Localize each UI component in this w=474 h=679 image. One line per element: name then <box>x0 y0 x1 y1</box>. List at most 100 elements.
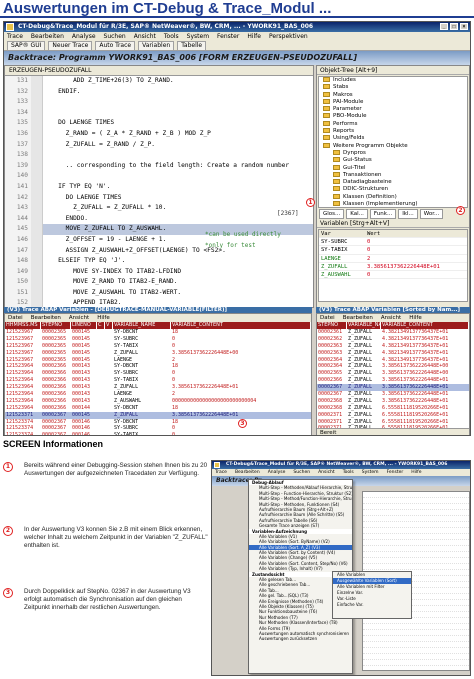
tree-tab[interactable]: Glos... <box>319 209 345 219</box>
column-header[interactable]: LINENO <box>71 322 97 329</box>
column-header[interactable]: STEPNO <box>41 322 71 329</box>
menu-item[interactable]: Hilfe <box>409 315 422 321</box>
tree-node[interactable]: Dynpros <box>319 149 467 157</box>
menu-item[interactable]: Bearbeiten <box>31 33 64 40</box>
menu-item[interactable]: Trace <box>215 470 227 475</box>
menu-item[interactable]: Perspektiven <box>269 33 308 40</box>
code-line[interactable]: 142 DO LAENGE TIMES <box>5 192 313 204</box>
table-row[interactable]: 121523374 00002367 000146 SY-DBCNT 18 <box>5 419 311 426</box>
table-row[interactable]: 00002368 Z_ZUFALL 6.5558111819520266E+01 <box>317 405 469 412</box>
tree-node[interactable]: Includes <box>319 77 467 84</box>
code-line[interactable]: 149 MOVE SY-INDEX TO ITAB2-LFDIND <box>5 266 313 278</box>
tree-node[interactable]: PAI-Module <box>319 98 467 106</box>
menu-item[interactable]: Fenster <box>217 33 239 40</box>
table-row[interactable]: 121523964 00002366 000144 SY-DBCNT 18 <box>5 405 311 412</box>
tree-tab[interactable]: Wor... <box>419 209 444 219</box>
table-row[interactable]: 121523374 00002367 000146 SY-TABIX 0 <box>5 432 311 435</box>
table-row[interactable]: 121523967 00002365 000145 LAENGE 2 <box>5 357 311 364</box>
tree-node[interactable]: Datadiagbasteine <box>319 179 467 186</box>
menu-item[interactable]: Hilfe <box>247 33 261 40</box>
menu-item[interactable]: Tools <box>164 33 179 40</box>
table-row[interactable]: 121523967 00002365 000145 Z_ZUFALL 3.3856137… <box>5 350 311 357</box>
code-line[interactable]: 138 <box>5 150 313 161</box>
table-row[interactable]: 00002363 Z_ZUFALL 4.3821349137736437E+01 <box>317 350 469 357</box>
table-row[interactable]: 00002371 Z_ZUFALL 6.5558111819520266E+01 <box>317 412 469 419</box>
tree-node[interactable]: Parameter <box>319 106 467 113</box>
table-row[interactable]: 00002365 Z_ZUFALL 3.3856137362226448E+00 <box>317 370 469 377</box>
toolbar-button[interactable]: Neuer Trace <box>48 41 93 50</box>
table-row[interactable]: 121523964 00002366 000143 LAENGE 2 <box>5 391 311 398</box>
editor-tab[interactable]: ERZEUGEN-PSEUDOZUFALL <box>5 66 313 76</box>
menu-item[interactable]: Auswertungen zurücksetzen <box>249 636 352 641</box>
code-line[interactable]: 151 MOVE Z_AUSWAHL TO ITAB2-WERT. <box>5 287 313 299</box>
tree-tab[interactable]: Ikl... <box>398 209 418 219</box>
table-row[interactable]: 121523967 00002365 000145 SY-TABIX 0 <box>5 343 311 350</box>
tree-node[interactable]: Gui-Titel <box>319 164 467 172</box>
table-row[interactable]: 00002367 Z_ZUFALL 3.3856137362226448E+01 <box>317 384 469 392</box>
menu-item[interactable]: Suchen <box>293 470 310 475</box>
table-row[interactable]: 00002361 Z_ZUFALL 4.3821349137736437E+01 <box>317 329 469 336</box>
table-row[interactable]: 121523964 00002366 000143 SY-DBCNT 18 <box>5 363 311 370</box>
variable-row[interactable]: SY-TABIX 0 <box>319 246 467 255</box>
code-line[interactable]: 134 <box>5 107 313 119</box>
code-line[interactable]: 132 ENDIF. <box>5 86 313 98</box>
tree-node[interactable]: Transaktionen <box>319 171 467 179</box>
menu-item[interactable]: Multi-Step - Method/Function-Hierarchie,… <box>249 496 352 501</box>
table-row[interactable]: 121523964 00002366 000143 Z_AUSWAHL 00000000… <box>5 398 311 405</box>
menu-item[interactable]: Tools <box>343 470 354 475</box>
table-row[interactable]: 121523371 00002367 000145 Z_ZUFALL 3.3856137… <box>5 411 311 419</box>
menu-item[interactable]: Ansicht <box>69 315 89 321</box>
code-line[interactable]: 139 .. corresponding to the field length… <box>5 160 313 172</box>
tree-node[interactable]: DDIC-Strukturen <box>319 186 467 193</box>
menu-item[interactable]: Datei <box>320 315 335 321</box>
tree-node[interactable]: Klassen (Definition) <box>319 193 467 201</box>
menu-item[interactable]: Analyse <box>268 470 286 475</box>
menu-item[interactable]: Suchen <box>104 33 126 40</box>
column-header[interactable]: C <box>97 322 105 329</box>
code-line[interactable]: 147 ASSIGN Z_AUSWAHL+Z_OFFSET(LAENGE) TO… <box>5 245 313 257</box>
table-row[interactable]: 00002364 Z_ZUFALL 4.3821349137736437E+01 <box>317 357 469 364</box>
table-row[interactable]: 00002371 Z_ZUFALL 6.5558111819520266E+01 <box>317 419 469 426</box>
tree-node[interactable]: Klassen (Implementierung) <box>319 201 467 207</box>
menu-item[interactable]: Ansicht <box>381 315 401 321</box>
menu-item[interactable]: Ansicht <box>318 470 335 475</box>
table-row[interactable]: 121523964 00002366 000143 SY-SUBRC 0 <box>5 370 311 377</box>
menu-item[interactable]: Datei <box>8 315 23 321</box>
column-header[interactable]: VARIABLE_CONTENT <box>381 322 469 329</box>
code-line[interactable]: 143 Z_ZUFALL = Z_ZUFALL * 10. <box>5 203 313 214</box>
table-row[interactable]: 121523964 00002366 000143 SY-TABIX 0 <box>5 377 311 384</box>
menu-item[interactable]: Einfache Var. <box>333 602 411 608</box>
table-row[interactable]: 00002367 Z_ZUFALL 3.3856137362226448E+01 <box>317 391 469 398</box>
code-line[interactable]: 137 Z_ZUFALL = Z_RAND / Z_P. <box>5 139 313 151</box>
code-line[interactable]: 136 Z_RAND = ( Z_A * Z_RAND + Z_B ) MOD … <box>5 128 313 140</box>
tree-node[interactable]: Gui-Status <box>319 157 467 164</box>
table-row[interactable]: 00002368 Z_ZUFALL 3.3856137362226448E+01 <box>317 398 469 405</box>
minimize-button[interactable]: _ <box>440 23 448 30</box>
code-line[interactable]: 135 DO LAENGE TIMES <box>5 118 313 129</box>
tree-node[interactable]: Makros <box>319 91 467 99</box>
table-row[interactable]: 121523964 00002366 000143 Z_ZUFALL 3.3856137… <box>5 384 311 391</box>
column-header[interactable]: VARIABLE_NAME <box>113 322 171 329</box>
object-tree[interactable]: Includes Stabs Makros PAI-Module Parameter PB… <box>318 76 468 208</box>
menu-item[interactable]: System <box>187 33 209 40</box>
menu-item[interactable]: Multi-Step - Methoden/Ablauf Hierarchie,… <box>249 485 352 490</box>
variable-row[interactable]: Z_AUSWAHL 0 <box>319 271 467 280</box>
table-row[interactable]: 00002364 Z_ZUFALL 3.3856137362226448E+00 <box>317 363 469 370</box>
menu-item[interactable]: Ansicht <box>134 33 156 40</box>
tree-node[interactable]: Performs <box>319 120 467 128</box>
menu-item[interactable]: Hilfe <box>411 470 421 475</box>
code-line[interactable]: 148 ELSEIF TYP EQ 'J'. <box>5 256 313 267</box>
code-line[interactable]: 144 ENDDO. <box>5 213 313 225</box>
tree-node[interactable]: Stabs <box>319 84 467 91</box>
table-row[interactable]: 121523374 00002367 000146 SY-SUBRC 0 <box>5 425 311 432</box>
menu-item[interactable]: System <box>362 470 379 475</box>
variables-submenu[interactable]: Alle Variablen Ausgewählte Variablen (Sor… <box>332 571 412 619</box>
menu-item[interactable]: Aufrufhierarchie Baum (Alle Schritte) (S… <box>249 512 352 517</box>
table-row[interactable]: 121523967 00002365 000145 SY-DBCNT 18 <box>5 329 311 336</box>
close-button[interactable]: × <box>460 23 468 30</box>
code-line[interactable]: 141 IF TYP EQ 'N'. <box>5 181 313 193</box>
tree-node[interactable]: Reports <box>319 128 467 135</box>
variable-row[interactable]: SY-SUBRC 0 <box>319 238 467 247</box>
menu-item[interactable]: Bearbeiten <box>235 470 260 475</box>
code-line[interactable]: 131 ADD Z_TIME+26(3) TO Z_RAND. <box>5 76 313 87</box>
